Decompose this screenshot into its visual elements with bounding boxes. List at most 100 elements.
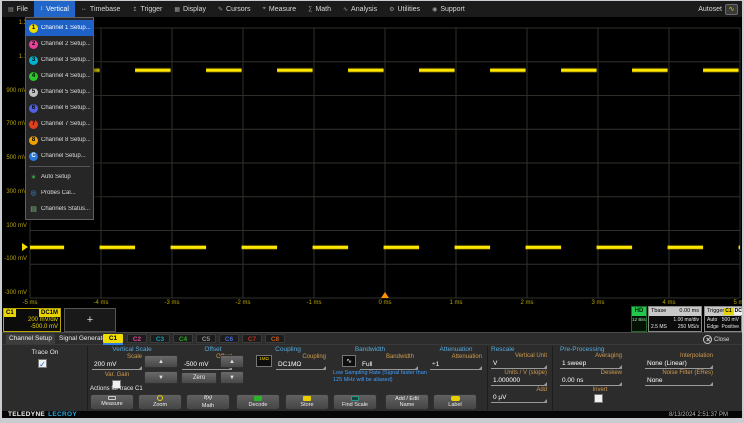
tab-channel-setup[interactable]: Channel Setup: [6, 334, 55, 344]
menu-label: Math: [315, 6, 331, 13]
noise-filter-field[interactable]: None: [645, 376, 713, 386]
add-edit-name-button[interactable]: Add / Edit Name: [385, 394, 429, 410]
decode-button[interactable]: Decode: [236, 394, 280, 410]
interpolation-field[interactable]: None (Linear): [645, 359, 713, 369]
menu-measure[interactable]: ⌖Measure: [257, 1, 303, 17]
channel-7-badge: 7: [29, 120, 38, 129]
coupling-field[interactable]: DC1MΩ: [276, 360, 326, 370]
offset-up-button[interactable]: [220, 355, 244, 368]
menu-item-channel-7-setup[interactable]: 7Channel 7 Setup...: [26, 116, 93, 132]
panel-divider: [87, 346, 88, 410]
channel-4-badge: 4: [29, 72, 38, 81]
channels-status-icon: ▤: [29, 205, 38, 213]
hd-mode-badge[interactable]: HD 12 Bits: [631, 306, 647, 332]
c1-descriptor-name: C1: [4, 309, 16, 317]
attenuation-field[interactable]: ÷1: [430, 360, 482, 370]
math-button[interactable]: f(x)Math: [186, 394, 230, 410]
deskew-field[interactable]: 0.00 ns: [560, 376, 622, 386]
add-field[interactable]: 0 µV: [491, 393, 547, 403]
zoom-button[interactable]: Zoom: [138, 394, 182, 410]
brand-lecroy: LECROY: [48, 411, 77, 418]
menu-utilities[interactable]: ⚙Utilities: [383, 1, 426, 17]
channel-chip-c1[interactable]: C1: [103, 334, 123, 343]
c1-descriptor-box[interactable]: C1DC1M 200 mV/div -500.0 mV: [3, 308, 61, 332]
menu-item-auto-setup[interactable]: ∗Auto Setup: [26, 169, 93, 185]
menu-separator: [29, 166, 90, 167]
channel-1-badge: 1: [29, 24, 38, 33]
menu-label: Support: [440, 6, 465, 13]
math-icon: ∑: [308, 6, 312, 12]
channel-6-badge: 6: [29, 104, 38, 113]
menu-display[interactable]: ▦Display: [168, 1, 212, 17]
close-panel-button[interactable]: Close: [703, 335, 729, 344]
menu-item-channel-4-setup[interactable]: 4Channel 4 Setup...: [26, 68, 93, 84]
menu-item-label: Channel 3 Setup...: [41, 57, 90, 63]
offset-down-button[interactable]: [220, 371, 244, 384]
menu-vertical[interactable]: ↕Vertical: [34, 1, 75, 17]
find-scale-icon: [351, 396, 359, 401]
bandwidth-field[interactable]: Full: [360, 360, 418, 370]
scale-up-button[interactable]: [144, 355, 178, 368]
coupling-icon-label: 1MΩ: [259, 356, 269, 361]
menu-support[interactable]: ◉Support: [426, 1, 471, 17]
menu-trigger[interactable]: ↥Trigger: [126, 1, 168, 17]
menu-item-channel-6-setup[interactable]: 6Channel 6 Setup...: [26, 100, 93, 116]
trigger-icon: ↥: [132, 6, 137, 13]
menu-analysis[interactable]: ∿Analysis: [337, 1, 383, 17]
menu-cursors[interactable]: ✎Cursors: [212, 1, 257, 17]
menu-item-channel-3-setup[interactable]: 3Channel 3 Setup...: [26, 52, 93, 68]
channel-chip-c2[interactable]: C2: [127, 334, 147, 343]
menu-timebase[interactable]: ↔Timebase: [75, 1, 126, 17]
c1-descriptor-scale: 200 mV/div: [4, 317, 60, 324]
decode-icon: [254, 396, 262, 401]
menu-item-channel-8-setup[interactable]: 8Channel 8 Setup...: [26, 132, 93, 148]
trigger-descriptor-box[interactable]: TriggerC1DC Auto500 mV EdgePositive: [704, 306, 742, 332]
menu-math[interactable]: ∑Math: [302, 1, 337, 17]
timebase-scale: 1.00 ms/div: [673, 317, 699, 324]
channel-chip-c6[interactable]: C6: [219, 334, 239, 343]
channel-chip-c5[interactable]: C5: [196, 334, 216, 343]
label-button[interactable]: Label: [433, 394, 477, 410]
action-label: Find Scale: [342, 402, 368, 408]
channel-1-level-marker[interactable]: [22, 243, 28, 251]
cursors-icon: ✎: [218, 6, 223, 13]
find-scale-button[interactable]: Find Scale: [333, 394, 377, 410]
channel-3-badge: 3: [29, 56, 38, 65]
trace-on-checkbox[interactable]: [38, 359, 47, 368]
menu-item-channel-5-setup[interactable]: 5Channel 5 Setup...: [26, 84, 93, 100]
store-button[interactable]: Store: [285, 394, 329, 410]
vertical-unit-field[interactable]: V: [491, 359, 547, 369]
scale-field[interactable]: 200 mV: [92, 360, 142, 370]
action-label: Zoom: [153, 402, 167, 408]
status-bar: TELEDYNE LECROY 8/13/2024 2:51:37 PM: [2, 411, 742, 418]
support-icon: ◉: [432, 6, 437, 13]
menu-item-channel-1-setup[interactable]: 1Channel 1 Setup...: [26, 20, 93, 36]
menu-label: Trigger: [140, 6, 162, 13]
tag-icon: [451, 396, 460, 401]
menu-item-channel-setup[interactable]: CChannel Setup...: [26, 148, 93, 164]
channel-chip-c7[interactable]: C7: [242, 334, 262, 343]
channel-chip-c8[interactable]: C8: [265, 334, 285, 343]
channel-chip-c3[interactable]: C3: [150, 334, 170, 343]
channel-5-badge: 5: [29, 88, 38, 97]
measure-button[interactable]: Measure: [90, 394, 134, 410]
menu-item-channels-status[interactable]: ▤Channels Status...: [26, 201, 93, 217]
add-trace-button[interactable]: +: [64, 308, 116, 332]
timebase-descriptor-box[interactable]: Tbase0.00 ms 1.00 ms/div 2.5 MS250 MS/s: [648, 306, 702, 332]
scale-down-button[interactable]: [144, 371, 178, 384]
units-per-v-field[interactable]: 1.000000: [491, 376, 547, 386]
low-sampling-rate-warning: Low Sampling Rate (Signal faster than 12…: [333, 370, 427, 383]
menu-file[interactable]: ▤File: [2, 1, 34, 17]
timebase-icon: ↔: [81, 6, 87, 12]
menu-item-channel-2-setup[interactable]: 2Channel 2 Setup...: [26, 36, 93, 52]
averaging-field[interactable]: 1 sweep: [560, 359, 622, 369]
invert-checkbox[interactable]: [594, 394, 603, 403]
menu-item-probes-cal[interactable]: ◎Probes Cal...: [26, 185, 93, 201]
trigger-position-marker[interactable]: [381, 292, 389, 298]
menu-item-label: Probes Cal...: [41, 190, 76, 196]
channel-chip-c4[interactable]: C4: [173, 334, 193, 343]
vertical-dropdown-menu: 1Channel 1 Setup... 2Channel 2 Setup... …: [25, 17, 94, 220]
autoset-button[interactable]: Autoset∿: [698, 1, 742, 17]
action-label: Store: [300, 402, 313, 408]
zero-button[interactable]: Zero: [181, 372, 217, 384]
